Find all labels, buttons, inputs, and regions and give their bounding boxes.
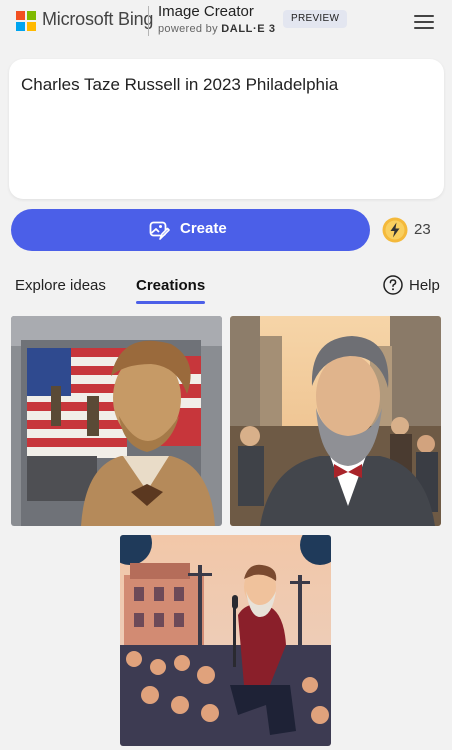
create-button[interactable]: Create <box>11 209 370 251</box>
creation-image-3[interactable] <box>120 535 331 746</box>
boost-count: 23 <box>414 221 431 238</box>
powered-by: powered by DALL·E 3 <box>158 23 276 35</box>
model-name: DALL·E 3 <box>221 23 276 35</box>
active-tab-indicator <box>136 301 205 304</box>
tab-explore-ideas[interactable]: Explore ideas <box>15 277 106 294</box>
microsoft-logo-icon[interactable] <box>16 11 36 31</box>
prompt-input[interactable]: Charles Taze Russell in 2023 Philadelphi… <box>9 59 444 199</box>
brand-name[interactable]: Microsoft Bing <box>42 9 153 30</box>
menu-icon[interactable] <box>412 12 436 32</box>
bearded-man-city-crowd-image <box>230 316 441 526</box>
creation-image-1[interactable] <box>11 316 222 526</box>
tab-creations[interactable]: Creations <box>136 277 205 294</box>
boost-icon[interactable] <box>382 217 408 243</box>
create-label: Create <box>180 220 227 237</box>
prompt-text[interactable]: Charles Taze Russell in 2023 Philadelphi… <box>21 75 338 95</box>
product-title: Image Creator <box>158 3 254 20</box>
bronze-bust-with-flag-image <box>11 316 222 526</box>
powered-by-label: powered by <box>158 23 218 35</box>
image-create-icon <box>149 221 170 240</box>
creation-image-2[interactable] <box>230 316 441 526</box>
header-divider <box>148 6 149 36</box>
speaker-microphone-crowd-image <box>120 535 331 746</box>
app-header: Microsoft Bing Image Creator powered by … <box>0 0 452 44</box>
help-icon[interactable] <box>383 275 403 295</box>
preview-badge: PREVIEW <box>283 10 348 28</box>
help-label[interactable]: Help <box>409 277 440 294</box>
